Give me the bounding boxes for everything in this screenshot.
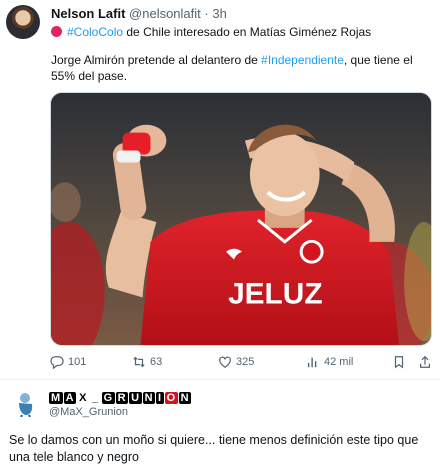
reply-name-letter: M <box>49 392 63 404</box>
tweet-line-1: #ColoColo de Chile interesado en Matías … <box>51 24 371 40</box>
share-icon <box>420 355 430 368</box>
like-count: 325 <box>236 356 255 368</box>
like-icon <box>219 356 231 368</box>
reply-handle[interactable]: @MaX_Grunion <box>49 406 128 418</box>
reply-display-name[interactable]: M A X _ G R U N I O N <box>49 392 192 404</box>
bookmark-button[interactable] <box>392 355 406 369</box>
reply-text: Se lo damos con un moño si quiere... tie… <box>9 433 419 464</box>
reply-name-letter: N <box>142 392 156 404</box>
tweet-photo[interactable]: JELUZ <box>50 92 432 346</box>
hashtag-colocolo[interactable]: #ColoColo <box>67 25 123 39</box>
reply-name-letter: A <box>63 392 77 404</box>
line1-text: de Chile interesado en Matías Giménez Ro… <box>123 25 372 39</box>
tweet-header: Nelson Lafit @nelsonlafit · 3h <box>51 6 227 22</box>
retweet-button[interactable]: 63 <box>132 355 162 369</box>
tweet-body: Jorge Almirón pretende al delantero de #… <box>51 52 431 84</box>
author-name[interactable]: Nelson Lafit <box>51 6 125 21</box>
bookmark-icon <box>394 356 404 369</box>
reply-name-letter: U <box>129 392 142 404</box>
views-count: 42 mil <box>324 356 354 368</box>
reply-name-letter: X <box>77 392 89 404</box>
hashtag-independiente[interactable]: #Independiente <box>261 53 344 67</box>
retweet-count: 63 <box>150 356 163 368</box>
tweet-time[interactable]: 3h <box>212 6 226 21</box>
author-avatar[interactable] <box>6 5 40 39</box>
views-icon <box>307 357 317 368</box>
tweet[interactable]: Nelson Lafit @nelsonlafit · 3h #ColoColo… <box>0 0 440 378</box>
reply-name-letter: O <box>164 392 178 404</box>
author-handle[interactable]: @nelsonlafit <box>129 6 201 21</box>
reply-name-letter: G <box>101 392 115 404</box>
reply-icon <box>50 356 64 369</box>
reply-avatar[interactable] <box>13 391 39 417</box>
reply-name-letter: N <box>178 392 192 404</box>
reply-name-letter: _ <box>89 392 101 404</box>
retweet-icon <box>133 356 145 368</box>
share-button[interactable] <box>418 355 432 369</box>
like-button[interactable]: 325 <box>218 355 254 369</box>
reply-name-letter: R <box>115 392 129 404</box>
body-text-start: Jorge Almirón pretende al delantero de <box>51 53 262 67</box>
reply-count: 101 <box>68 356 87 368</box>
tweet-actions: 101 63 325 42 mil <box>50 355 432 373</box>
jersey-sponsor-text: JELUZ <box>228 277 323 310</box>
reply-button[interactable]: 101 <box>50 355 86 369</box>
player-photo: JELUZ <box>51 93 431 345</box>
red-circle-icon <box>51 26 62 37</box>
separator-dot: · <box>204 6 209 21</box>
tweet-divider <box>0 379 440 380</box>
views-button[interactable]: 42 mil <box>306 355 353 369</box>
reply-name-letter: I <box>156 392 164 404</box>
